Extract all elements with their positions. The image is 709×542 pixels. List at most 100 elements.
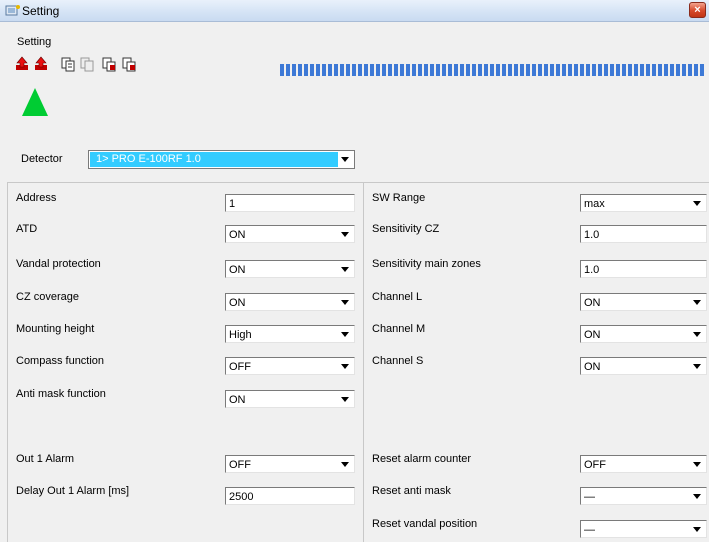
progress-segment <box>646 64 650 76</box>
left-param-label: Anti mask function <box>16 388 106 400</box>
field-value: OFF <box>229 361 251 373</box>
right-param-label: Channel S <box>372 355 424 367</box>
right-param-label: Reset anti mask <box>372 485 451 497</box>
field-value: 1 <box>229 198 236 210</box>
progress-segment <box>640 64 644 76</box>
progress-segment <box>694 64 698 76</box>
progress-segment <box>628 64 632 76</box>
right-param-label: Channel M <box>372 323 426 335</box>
right-param-label: Sensitivity main zones <box>372 258 481 270</box>
close-button[interactable]: × <box>689 2 706 18</box>
progress-segment <box>394 64 398 76</box>
left-param-select[interactable]: ON <box>225 293 355 311</box>
progress-segment <box>478 64 482 76</box>
right-param-select[interactable]: max <box>580 194 707 212</box>
progress-segment <box>280 64 284 76</box>
progress-segment <box>358 64 362 76</box>
left-param-select[interactable]: OFF <box>225 455 355 473</box>
toolbar <box>0 56 280 76</box>
chevron-down-icon[interactable] <box>338 262 353 276</box>
chevron-down-icon[interactable] <box>338 227 353 241</box>
chevron-down-icon[interactable] <box>690 522 705 536</box>
left-param-label: Mounting height <box>16 323 95 335</box>
progress-segment <box>310 64 314 76</box>
progress-segment <box>298 64 302 76</box>
progress-segment <box>544 64 548 76</box>
left-param-select[interactable]: ON <box>225 390 355 408</box>
upload-red-icon[interactable] <box>33 56 49 72</box>
progress-segment <box>526 64 530 76</box>
progress-segment <box>538 64 542 76</box>
chevron-down-icon[interactable] <box>690 327 705 341</box>
paste-icon[interactable] <box>121 56 137 72</box>
progress-segment <box>292 64 296 76</box>
progress-segment <box>592 64 596 76</box>
right-param-select[interactable]: ON <box>580 293 707 311</box>
chevron-down-icon[interactable] <box>690 457 705 471</box>
progress-segment <box>340 64 344 76</box>
right-param-label: Channel L <box>372 291 423 303</box>
chevron-down-icon[interactable] <box>690 359 705 373</box>
detector-label: Detector <box>21 153 63 165</box>
progress-segment <box>412 64 416 76</box>
progress-segment <box>466 64 470 76</box>
right-param-select[interactable]: — <box>580 520 707 538</box>
left-param-input[interactable]: 1 <box>225 194 355 212</box>
menu-setting[interactable]: Setting <box>17 36 51 48</box>
progress-segment <box>520 64 524 76</box>
right-param-input[interactable]: 1.0 <box>580 225 707 243</box>
progress-segment <box>652 64 656 76</box>
progress-segment <box>688 64 692 76</box>
right-param-input[interactable]: 1.0 <box>580 260 707 278</box>
chevron-down-icon[interactable] <box>690 489 705 503</box>
chevron-down-icon[interactable] <box>338 359 353 373</box>
chevron-down-icon[interactable] <box>690 295 705 309</box>
progress-segment <box>382 64 386 76</box>
right-param-select[interactable]: ON <box>580 357 707 375</box>
progress-segment <box>328 64 332 76</box>
paste-icon[interactable] <box>101 56 117 72</box>
window-title: Setting <box>22 4 60 18</box>
right-param-select[interactable]: ON <box>580 325 707 343</box>
progress-segment <box>514 64 518 76</box>
upload-red-icon[interactable] <box>14 56 30 72</box>
progress-segment <box>658 64 662 76</box>
left-param-select[interactable]: High <box>225 325 355 343</box>
left-param-select[interactable]: ON <box>225 260 355 278</box>
chevron-down-icon[interactable] <box>338 392 353 406</box>
progress-segment <box>334 64 338 76</box>
progress-segment <box>436 64 440 76</box>
left-param-select[interactable]: OFF <box>225 357 355 375</box>
progress-segment <box>400 64 404 76</box>
progress-bar <box>280 64 704 76</box>
progress-segment <box>586 64 590 76</box>
status-indicator-icon <box>22 88 48 116</box>
left-param-input[interactable]: 2500 <box>225 487 355 505</box>
progress-segment <box>502 64 506 76</box>
field-value: — <box>584 491 595 503</box>
left-param-label: Out 1 Alarm <box>16 453 75 465</box>
progress-segment <box>634 64 638 76</box>
copy-disabled-icon <box>80 57 94 72</box>
copy-icon[interactable] <box>60 56 76 72</box>
left-param-select[interactable]: ON <box>225 225 355 243</box>
chevron-down-icon[interactable] <box>338 327 353 341</box>
chevron-down-icon[interactable] <box>690 196 705 210</box>
progress-segment <box>454 64 458 76</box>
progress-segment <box>304 64 308 76</box>
chevron-down-icon[interactable] <box>338 457 353 471</box>
right-param-select[interactable]: — <box>580 487 707 505</box>
detector-select[interactable]: 1> PRO E-100RF 1.0 <box>88 150 355 169</box>
chevron-down-icon[interactable] <box>338 152 353 167</box>
right-param-select[interactable]: OFF <box>580 455 707 473</box>
progress-segment <box>604 64 608 76</box>
progress-segment <box>388 64 392 76</box>
progress-segment <box>424 64 428 76</box>
chevron-down-icon[interactable] <box>338 295 353 309</box>
progress-segment <box>496 64 500 76</box>
field-value: ON <box>584 329 601 341</box>
progress-segment <box>418 64 422 76</box>
field-value: ON <box>584 361 601 373</box>
progress-segment <box>430 64 434 76</box>
progress-segment <box>406 64 410 76</box>
